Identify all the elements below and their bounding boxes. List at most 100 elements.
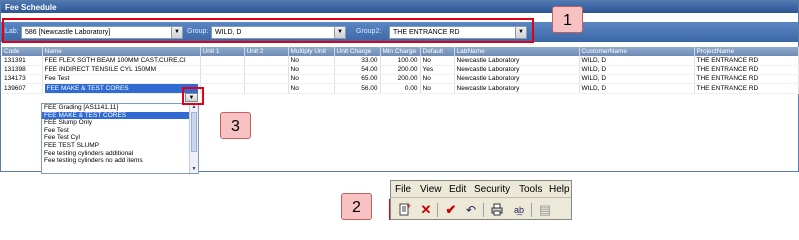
name-combo-value[interactable]: FEE MAKE & TEST CORES bbox=[44, 83, 198, 92]
cell-default[interactable]: No bbox=[420, 83, 455, 94]
cell-unit2[interactable] bbox=[244, 56, 289, 66]
toolbar-separator bbox=[531, 203, 532, 217]
cell-labname[interactable]: Newcastle Laboratory bbox=[454, 83, 580, 94]
col-header[interactable]: Code bbox=[2, 47, 43, 56]
list-item[interactable]: FEE TEST SLUMP bbox=[42, 142, 198, 150]
cell-customer[interactable]: WILD, D bbox=[579, 83, 695, 94]
cell-project[interactable]: THE ENTRANCE RD bbox=[694, 56, 799, 66]
cell-unit1[interactable] bbox=[200, 65, 245, 75]
fee-grid: Code Name Unit 1 Unit 2 Multiply Unit Un… bbox=[2, 47, 799, 94]
cell-code[interactable]: 134173 bbox=[2, 74, 43, 84]
table-row[interactable]: 131391 FEE FLEX SGTH BEAM 100MM CAST,CUR… bbox=[2, 56, 799, 66]
scroll-up-icon[interactable]: ▲ bbox=[190, 104, 198, 111]
cell-name[interactable]: FEE INDIRECT TENSILE CYL 150MM bbox=[42, 65, 201, 75]
col-header[interactable]: LabName bbox=[454, 47, 580, 56]
cell-labname[interactable]: Newcastle Laboratory bbox=[454, 56, 580, 66]
scroll-thumb[interactable] bbox=[191, 112, 197, 152]
table-row[interactable]: 131398 FEE INDIRECT TENSILE CYL 150MM No… bbox=[2, 65, 799, 75]
cell-multiply[interactable]: No bbox=[288, 65, 335, 75]
dropdown-scrollbar[interactable]: ▲ ▼ bbox=[189, 104, 198, 173]
grid-header-row: Code Name Unit 1 Unit 2 Multiply Unit Un… bbox=[2, 47, 799, 56]
cell-code[interactable]: 131391 bbox=[2, 56, 43, 66]
callout-1: 1 bbox=[552, 6, 583, 33]
cell-default[interactable]: No bbox=[420, 74, 455, 84]
cell-customer[interactable]: WILD, D bbox=[579, 56, 695, 66]
window-title: Fee Schedule bbox=[1, 1, 798, 13]
col-header[interactable]: Name bbox=[42, 47, 201, 56]
cell-multiply[interactable]: No bbox=[288, 74, 335, 84]
col-header[interactable]: Unit Charge bbox=[334, 47, 381, 56]
cell-code[interactable]: 131398 bbox=[2, 65, 43, 75]
cell-unit1[interactable] bbox=[200, 74, 245, 84]
toolbar-separator bbox=[437, 203, 438, 217]
callout-3: 3 bbox=[220, 112, 251, 139]
cell-min-charge[interactable]: 100.00 bbox=[380, 56, 421, 66]
delete-icon[interactable]: ✕ bbox=[418, 202, 434, 218]
new-record-icon[interactable]: + bbox=[396, 202, 412, 218]
cell-project[interactable]: THE ENTRANCE RD bbox=[694, 83, 799, 94]
list-item[interactable]: FEE Grading [AS1141.11] bbox=[42, 104, 198, 112]
cell-unit-charge[interactable]: 65.00 bbox=[334, 74, 381, 84]
table-row[interactable]: 134173 Fee Test No 65.00 200.00 No Newca… bbox=[2, 74, 799, 84]
cell-labname[interactable]: Newcastle Laboratory bbox=[454, 74, 580, 84]
menu-file[interactable]: File bbox=[395, 184, 411, 195]
callout-2: 2 bbox=[341, 193, 372, 220]
cell-unit-charge[interactable]: 54.00 bbox=[334, 65, 381, 75]
list-item-selected[interactable]: FEE MAKE & TEST CORES bbox=[42, 111, 198, 120]
toolbar-separator bbox=[483, 203, 484, 217]
col-header[interactable]: CustomerName bbox=[579, 47, 695, 56]
list-item[interactable]: Fee testing cylinders additional bbox=[42, 150, 198, 158]
menu-view[interactable]: View bbox=[420, 184, 442, 195]
cell-multiply[interactable]: No bbox=[288, 83, 335, 94]
menu-help[interactable]: Help bbox=[549, 184, 570, 195]
cell-unit-charge[interactable]: 33.00 bbox=[334, 56, 381, 66]
cell-labname[interactable]: Newcastle Laboratory bbox=[454, 65, 580, 75]
col-header[interactable]: Min Charge bbox=[380, 47, 421, 56]
print-icon[interactable] bbox=[489, 202, 505, 218]
cell-project[interactable]: THE ENTRANCE RD bbox=[694, 74, 799, 84]
dropdown-highlight-box bbox=[182, 87, 204, 105]
cell-code[interactable]: 139607 bbox=[2, 83, 43, 94]
cell-name-editor[interactable]: FEE MAKE & TEST CORES bbox=[42, 83, 201, 94]
cell-default[interactable]: Yes bbox=[420, 65, 455, 75]
undo-icon[interactable]: ↶ bbox=[463, 202, 479, 218]
spellcheck-icon[interactable]: a͢b bbox=[511, 202, 527, 218]
cell-name[interactable]: FEE FLEX SGTH BEAM 100MM CAST,CURE,CI bbox=[42, 56, 201, 66]
cell-default[interactable]: No bbox=[420, 56, 455, 66]
cell-unit2[interactable] bbox=[244, 83, 289, 94]
menu-security[interactable]: Security bbox=[474, 184, 510, 195]
menu-bar: File View Edit Security Tools Help bbox=[391, 181, 571, 198]
cell-min-charge[interactable]: 200.00 bbox=[380, 65, 421, 75]
cell-multiply[interactable]: No bbox=[288, 56, 335, 66]
menu-tools[interactable]: Tools bbox=[519, 184, 542, 195]
cell-customer[interactable]: WILD, D bbox=[579, 74, 695, 84]
app-menu-toolbar: File View Edit Security Tools Help + ✕ ✔… bbox=[390, 180, 572, 220]
list-item[interactable]: Fee testing cylinders no add items bbox=[42, 157, 198, 165]
menu-edit[interactable]: Edit bbox=[449, 184, 466, 195]
toolbar: + ✕ ✔ ↶ a͢b ▤ bbox=[391, 199, 571, 220]
cell-unit1[interactable] bbox=[200, 56, 245, 66]
table-row-editing[interactable]: 139607 FEE MAKE & TEST CORES No 56.00 0.… bbox=[2, 83, 799, 94]
properties-icon[interactable]: ▤ bbox=[537, 202, 553, 218]
scroll-down-icon[interactable]: ▼ bbox=[190, 166, 198, 173]
cell-unit2[interactable] bbox=[244, 74, 289, 84]
save-icon[interactable]: ✔ bbox=[443, 202, 459, 218]
cell-project[interactable]: THE ENTRANCE RD bbox=[694, 65, 799, 75]
cell-customer[interactable]: WILD, D bbox=[579, 65, 695, 75]
cell-min-charge[interactable]: 200.00 bbox=[380, 74, 421, 84]
cell-unit2[interactable] bbox=[244, 65, 289, 75]
cell-unit1[interactable] bbox=[200, 83, 245, 94]
filter-highlight-box bbox=[2, 18, 534, 43]
col-header[interactable]: Default bbox=[420, 47, 455, 56]
list-item[interactable]: Fee Test Cyl bbox=[42, 134, 198, 142]
cell-unit-charge[interactable]: 56.00 bbox=[334, 83, 381, 94]
list-item[interactable]: Fee Test bbox=[42, 127, 198, 135]
col-header[interactable]: Multiply Unit bbox=[288, 47, 335, 56]
col-header[interactable]: ProjectName bbox=[694, 47, 799, 56]
col-header[interactable]: Unit 2 bbox=[244, 47, 289, 56]
col-header[interactable]: Unit 1 bbox=[200, 47, 245, 56]
cell-name[interactable]: Fee Test bbox=[42, 74, 201, 84]
list-item[interactable]: FEE Slump Only bbox=[42, 119, 198, 127]
cell-min-charge[interactable]: 0.00 bbox=[380, 83, 421, 94]
name-dropdown-list: FEE Grading [AS1141.11] FEE MAKE & TEST … bbox=[41, 103, 199, 174]
